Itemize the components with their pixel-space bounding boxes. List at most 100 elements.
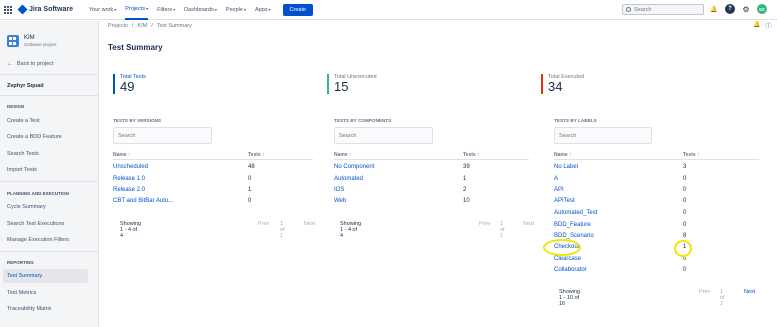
sidebar-item-test-metrics[interactable]: Test Metrics xyxy=(7,290,36,296)
prev-button[interactable]: Prev xyxy=(479,221,490,227)
row-tests-count: 2 xyxy=(463,187,467,193)
sidebar-item-create-test[interactable]: Create a Test xyxy=(7,118,40,124)
zephyr-squad-heading: Zephyr Squad xyxy=(7,83,44,89)
notifications-bell-icon[interactable]: 🔔 xyxy=(709,4,719,14)
create-button[interactable]: Create xyxy=(282,3,314,16)
row-name-link[interactable]: Unscheduled xyxy=(113,164,148,170)
column-name-header[interactable]: Name ↑ xyxy=(334,152,352,158)
row-name-link[interactable]: API xyxy=(554,187,564,193)
column-tests-header[interactable]: Tests ↑ xyxy=(683,152,700,158)
column-tests-header[interactable]: Tests ↑ xyxy=(463,152,480,158)
row-name-link[interactable]: Collaborator xyxy=(554,267,587,273)
jira-logo[interactable]: Jira Software xyxy=(17,4,73,15)
breadcrumb-kim[interactable]: KIM xyxy=(137,23,147,29)
sidebar-item-cycle-summary[interactable]: Cycle Summary xyxy=(7,204,46,210)
next-button[interactable]: Next xyxy=(304,221,315,227)
breadcrumb-test-summary[interactable]: Test Summary xyxy=(157,23,192,29)
help-icon[interactable]: ? xyxy=(725,4,735,14)
sidebar-item-traceability-matrix[interactable]: Traceability Matrix xyxy=(7,306,51,312)
row-tests-count: 1 xyxy=(463,176,467,182)
page-actions: 🔔 ⓘ xyxy=(753,21,772,30)
row-name-link[interactable]: BDD_Feature xyxy=(554,222,591,228)
sidebar-item-search-test-executions[interactable]: Search Test Executions xyxy=(7,221,64,227)
row-tests-count: 8 xyxy=(683,233,687,239)
prev-button[interactable]: Prev xyxy=(699,289,710,295)
column-name-header[interactable]: Name ↑ xyxy=(113,152,131,158)
row-tests-count: 1 xyxy=(248,187,252,193)
chevron-down-icon: ▾ xyxy=(268,7,271,12)
next-button[interactable]: Next xyxy=(523,221,534,227)
app-switcher-grid-icon[interactable] xyxy=(4,5,12,14)
nav-dashboards[interactable]: Dashboards ▾ xyxy=(184,0,217,20)
breadcrumb-separator: / xyxy=(131,23,134,29)
divider xyxy=(0,95,99,96)
row-tests-count: 0 xyxy=(683,210,687,216)
summary-total-executed: Total Executed 34 xyxy=(541,74,584,94)
components-search-input[interactable] xyxy=(334,127,433,144)
sidebar-item-manage-execution-filters[interactable]: Manage Execution Filters xyxy=(7,237,69,243)
help-icon[interactable]: ⓘ xyxy=(765,21,771,30)
chevron-down-icon: ▾ xyxy=(214,7,217,12)
row-name-link[interactable]: Web xyxy=(334,198,346,204)
row-name-link[interactable]: Release 2.0 xyxy=(113,187,145,193)
nav-apps[interactable]: Apps ▾ xyxy=(255,0,271,20)
global-search-input[interactable] xyxy=(634,6,694,13)
row-tests-count: 10 xyxy=(463,198,470,204)
versions-search-input[interactable] xyxy=(113,127,212,144)
labels-search-input[interactable] xyxy=(554,127,652,144)
notifications-bell-icon[interactable]: 🔔 xyxy=(753,21,760,30)
back-to-project-link[interactable]: ← Back to project xyxy=(7,61,53,67)
row-tests-count: 39 xyxy=(463,164,470,170)
header-divider xyxy=(334,159,529,160)
project-header: KIM Software project xyxy=(7,35,57,47)
breadcrumb-projects[interactable]: Projects xyxy=(108,23,128,29)
user-avatar[interactable]: SC xyxy=(757,4,767,14)
page-indicator: 1 of 2 xyxy=(720,289,725,307)
summary-value: 15 xyxy=(334,79,349,94)
nav-filters[interactable]: Filters ▾ xyxy=(157,0,175,20)
panel-title: TESTS BY VERSIONS xyxy=(113,118,162,123)
row-name-link[interactable]: No Label xyxy=(554,164,578,170)
row-name-link[interactable]: APITest xyxy=(554,198,575,204)
prev-button[interactable]: Prev xyxy=(258,221,269,227)
next-button[interactable]: Next xyxy=(744,289,755,295)
settings-gear-icon[interactable]: ⚙ xyxy=(741,4,751,14)
sidebar-item-create-bdd-feature[interactable]: Create a BDD Feature xyxy=(7,134,62,140)
global-search[interactable] xyxy=(622,4,704,15)
jira-logo-icon xyxy=(17,4,28,15)
column-tests-header[interactable]: Tests ↑ xyxy=(248,152,265,158)
row-tests-count: 0 xyxy=(683,187,687,193)
section-planning: PLANNING AND EXECUTION xyxy=(7,191,69,196)
nav-projects[interactable]: Projects ▾ xyxy=(125,0,149,20)
row-name-link[interactable]: IOS xyxy=(334,187,344,193)
divider xyxy=(0,251,99,252)
showing-text: Showing 1 - 4 of 4 xyxy=(120,221,142,239)
column-name-header[interactable]: Name ↑ xyxy=(554,152,572,158)
row-name-link[interactable]: No Component xyxy=(334,164,374,170)
row-name-link[interactable]: Clearcase xyxy=(554,256,581,262)
row-name-link[interactable]: CBT and BitBar Auto... xyxy=(113,198,173,204)
row-tests-count: 0 xyxy=(248,198,252,204)
highlight-circle-checkout xyxy=(543,239,581,256)
showing-text: Showing 1 - 4 of 4 xyxy=(340,221,362,239)
nav-people[interactable]: People ▾ xyxy=(226,0,246,20)
page-indicator: 1 of 1 xyxy=(500,221,505,239)
nav-your-work[interactable]: Your work ▾ xyxy=(89,0,116,20)
arrow-left-icon: ← xyxy=(7,61,13,67)
row-name-link[interactable]: Automated xyxy=(334,176,363,182)
chevron-down-icon: ▾ xyxy=(173,7,176,12)
row-name-link[interactable]: A xyxy=(554,176,558,182)
summary-value: 49 xyxy=(120,79,135,94)
row-name-link[interactable]: Automated_Test xyxy=(554,210,597,216)
divider xyxy=(0,181,99,182)
sidebar-item-search-tests[interactable]: Search Tests xyxy=(7,151,39,157)
row-tests-count: 0 xyxy=(683,222,687,228)
panel-title: TESTS BY COMPONENTS xyxy=(334,118,392,123)
page-indicator: 1 of 1 xyxy=(280,221,285,239)
sidebar-item-import-tests[interactable]: Import Tests xyxy=(7,167,37,173)
row-name-link[interactable]: Release 1.0 xyxy=(113,176,145,182)
row-tests-count: 0 xyxy=(683,267,687,273)
top-right-icons: 🔔 ? ⚙ SC xyxy=(709,4,767,14)
sidebar-item-test-summary[interactable]: Test Summary xyxy=(3,269,88,283)
chevron-down-icon: ▾ xyxy=(114,7,117,12)
